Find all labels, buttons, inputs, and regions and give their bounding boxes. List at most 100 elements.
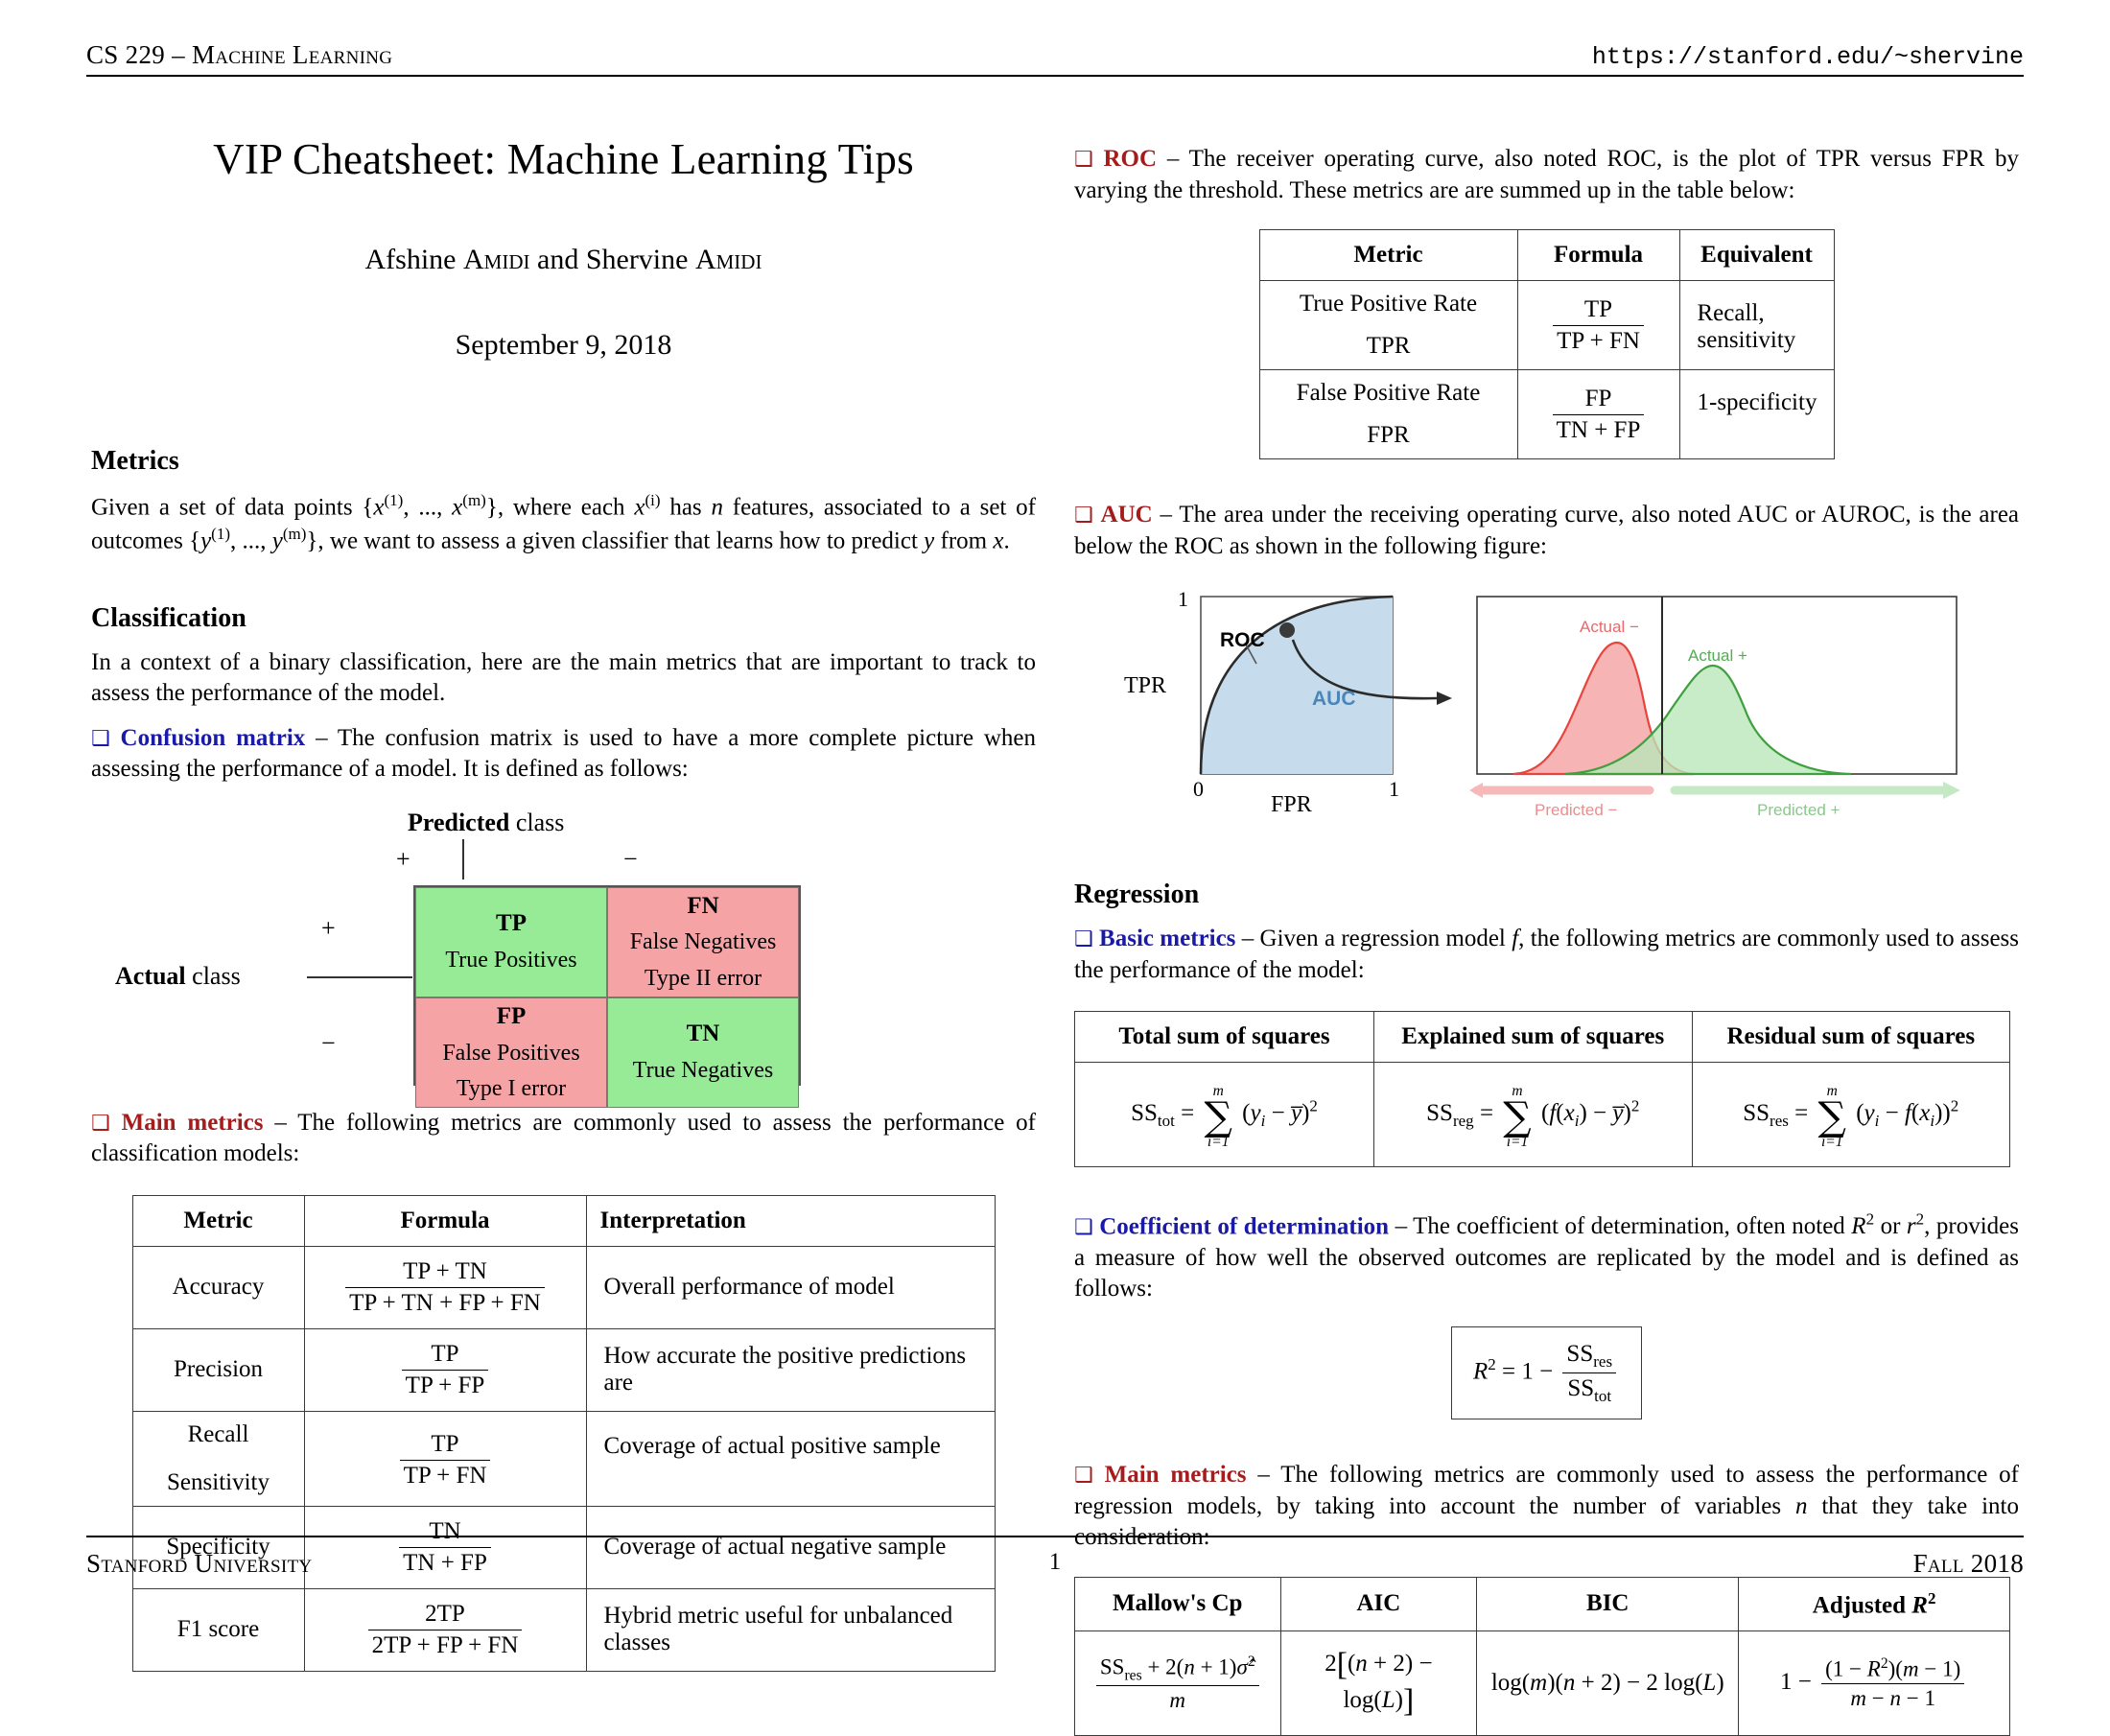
cell-formula-adjr2: 1 − (1 − R2)(m − 1) m − n − 1 — [1738, 1630, 2010, 1736]
predicted-positive-label: Predicted + — [1757, 801, 1840, 819]
model-table-wrapper: Mallow's Cp AIC BIC Adjusted R2 SSres + … — [1074, 1576, 2019, 1736]
cell-metric-fpr: False Positive Rate FPR — [1258, 369, 1518, 459]
main-metrics-keyword: Main metrics — [1104, 1462, 1247, 1489]
cell-sublabel-fp: Type I error — [456, 1075, 567, 1101]
sum-body-sstot: (yi − y̅)2 — [1242, 1096, 1318, 1130]
sum-body-ssres: (yi − f(xi))2 — [1856, 1096, 1959, 1130]
roc-x-axis-label: FPR — [1271, 792, 1312, 817]
auc-area-fill — [1201, 597, 1393, 774]
column-divider-line — [462, 838, 464, 880]
cell-interp-accuracy: Overall performance of model — [585, 1245, 996, 1329]
th-residual-ss: Residual sum of squares — [1691, 1011, 2010, 1063]
table-row: False Positive Rate FPR FP TN + FP 1-spe… — [1258, 369, 1835, 459]
fraction: 2TP 2TP + FP + FN — [367, 1600, 523, 1659]
fraction-denominator: 2TP + FP + FN — [367, 1629, 523, 1659]
sum-body-ssreg: (f(xi) − y̅)2 — [1541, 1096, 1640, 1130]
col-header-minus: − — [623, 844, 638, 873]
sigma-icon: ∑ — [1817, 1092, 1846, 1139]
page-number: 1 — [1048, 1549, 1062, 1575]
roc-curve-label: ROC — [1220, 629, 1265, 651]
actual-negative-label: Actual − — [1580, 618, 1639, 636]
metrics-table-wrapper: Metric Formula Interpretation Accuracy T… — [91, 1194, 1036, 1672]
predicted-bold: Predicted — [408, 808, 510, 836]
cell-formula-bic: log(m)(n + 2) − 2 log(L) — [1476, 1630, 1740, 1736]
coefficient-keyword: Coefficient of determination — [1099, 1213, 1390, 1240]
running-foot: Stanford University 1 Fall 2018 — [86, 1549, 2024, 1579]
table-row: SSres + 2(n + 1)σ̂2 m 2[(n + 2) − log(L)… — [1074, 1630, 2010, 1736]
cell-metric-recall-line2: Sensitivity — [167, 1468, 270, 1495]
cell-formula-ssreg: SSreg = m ∑ i=1 (f(xi) − y̅)2 — [1373, 1061, 1693, 1168]
predicted-negative-label: Predicted − — [1535, 801, 1618, 819]
bullet-square-icon: ❑ — [1074, 1464, 1093, 1489]
basic-metrics-paragraph: ❑ Basic metrics – Given a regression mod… — [1074, 924, 2019, 986]
bullet-square-icon: ❑ — [91, 1111, 110, 1136]
cell-metric-recall: Recall Sensitivity — [131, 1410, 305, 1507]
cell-interp-recall: Coverage of actual positive sample — [585, 1410, 996, 1507]
cell-formula-fpr: FP TN + FP — [1516, 369, 1680, 459]
fraction-numerator: SSres — [1566, 1340, 1613, 1371]
th-equivalent: Equivalent — [1678, 229, 1835, 281]
fraction-denominator: TP + FN — [399, 1459, 491, 1490]
fraction: TP TP + FP — [401, 1340, 489, 1399]
fraction-numerator: FP — [1584, 386, 1612, 411]
author-surname-2: Amidi — [694, 244, 762, 275]
actual-positive-label: Actual + — [1688, 646, 1747, 665]
summation-symbol: m ∑ i=1 — [1817, 1084, 1845, 1149]
main-metrics-keyword: Main metrics — [121, 1109, 264, 1136]
cell-metric-tpr: True Positive Rate TPR — [1258, 280, 1518, 370]
cell-formula-sstot: SStot = m ∑ i=1 (yi − y̅)2 — [1074, 1061, 1374, 1168]
fraction: SSres + 2(n + 1)σ̂2 m — [1095, 1653, 1259, 1714]
classification-paragraph: In a context of a binary classification,… — [91, 648, 1036, 707]
predicted-negative-arrowhead — [1469, 783, 1483, 798]
heading-classification: Classification — [91, 602, 246, 633]
cell-code-tn: TN — [686, 1020, 720, 1047]
col-header-plus: + — [396, 844, 410, 873]
row-header-minus: − — [321, 1028, 336, 1057]
ss-table-wrapper: Total sum of squares Explained sum of sq… — [1074, 1011, 2019, 1168]
footer-rule — [86, 1536, 2024, 1537]
sum-of-squares-table: Total sum of squares Explained sum of sq… — [1074, 1011, 2010, 1168]
row-header-plus: + — [321, 913, 336, 942]
author-url[interactable]: https://stanford.edu/~shervine — [1592, 43, 2024, 71]
threshold-point — [1279, 622, 1295, 638]
confusion-matrix-keyword: Confusion matrix — [120, 724, 306, 751]
cell-label-fp: False Positives — [442, 1040, 580, 1066]
cell-formula-precision: TP TP + FP — [303, 1327, 587, 1412]
fraction-numerator: 2TP — [425, 1600, 465, 1627]
bullet-square-icon: ❑ — [1074, 148, 1093, 172]
th-explained-ss: Explained sum of squares — [1373, 1011, 1693, 1063]
transition-arrow-head — [1437, 692, 1452, 705]
bullet-square-icon: ❑ — [1074, 504, 1093, 528]
th-aic: AIC — [1279, 1576, 1478, 1631]
cell-interp-f1: Hybrid metric useful for unbalanced clas… — [585, 1587, 996, 1672]
sum-lower-limit: i=1 — [1506, 1133, 1529, 1150]
table-header-row: Metric Formula Interpretation — [131, 1194, 996, 1247]
cell-metric-tpr-line1: True Positive Rate — [1299, 291, 1478, 317]
predicted-positive-arrowhead — [1943, 782, 1960, 799]
fraction: TP + TN TP + TN + FP + FN — [345, 1258, 545, 1317]
cell-metric-fpr-line1: False Positive Rate — [1296, 380, 1481, 406]
coefficient-determination-paragraph: ❑ Coefficient of determination – The coe… — [1074, 1209, 2019, 1305]
auc-text: – The area under the receiving operating… — [1074, 502, 2020, 559]
th-formula: Formula — [1516, 229, 1680, 281]
cell-false-positive: FP False Positives Type I error — [415, 997, 607, 1108]
fraction-denominator: TP + FP — [401, 1369, 489, 1399]
fraction-numerator: TP — [431, 1340, 459, 1367]
fraction-numerator: SSres + 2(n + 1)σ̂2 — [1099, 1653, 1255, 1683]
fraction-numerator: TP + TN — [403, 1257, 487, 1284]
cell-sublabel-fn: Type II error — [644, 965, 762, 991]
cell-equiv-tpr: Recall, sensitivity — [1678, 280, 1835, 370]
table-row: Precision TP TP + FP How accurate the po… — [131, 1327, 996, 1412]
fraction-denominator: m − n − 1 — [1821, 1683, 1965, 1711]
cell-metric-f1: F1 score — [131, 1587, 305, 1672]
fraction: TP TP + FN — [399, 1431, 491, 1490]
table-header-row: Total sum of squares Explained sum of sq… — [1074, 1011, 2010, 1063]
heading-regression: Regression — [1074, 880, 1200, 909]
author-mid: and Shervine — [529, 244, 695, 275]
sum-lower-limit: i=1 — [1207, 1133, 1230, 1150]
actual-class-label: Actual class — [115, 962, 241, 991]
fraction-denominator: SStot — [1562, 1372, 1617, 1405]
fraction: FP TN + FP — [1552, 386, 1645, 444]
th-metric: Metric — [1258, 229, 1518, 281]
sigma-icon: ∑ — [1503, 1092, 1532, 1139]
